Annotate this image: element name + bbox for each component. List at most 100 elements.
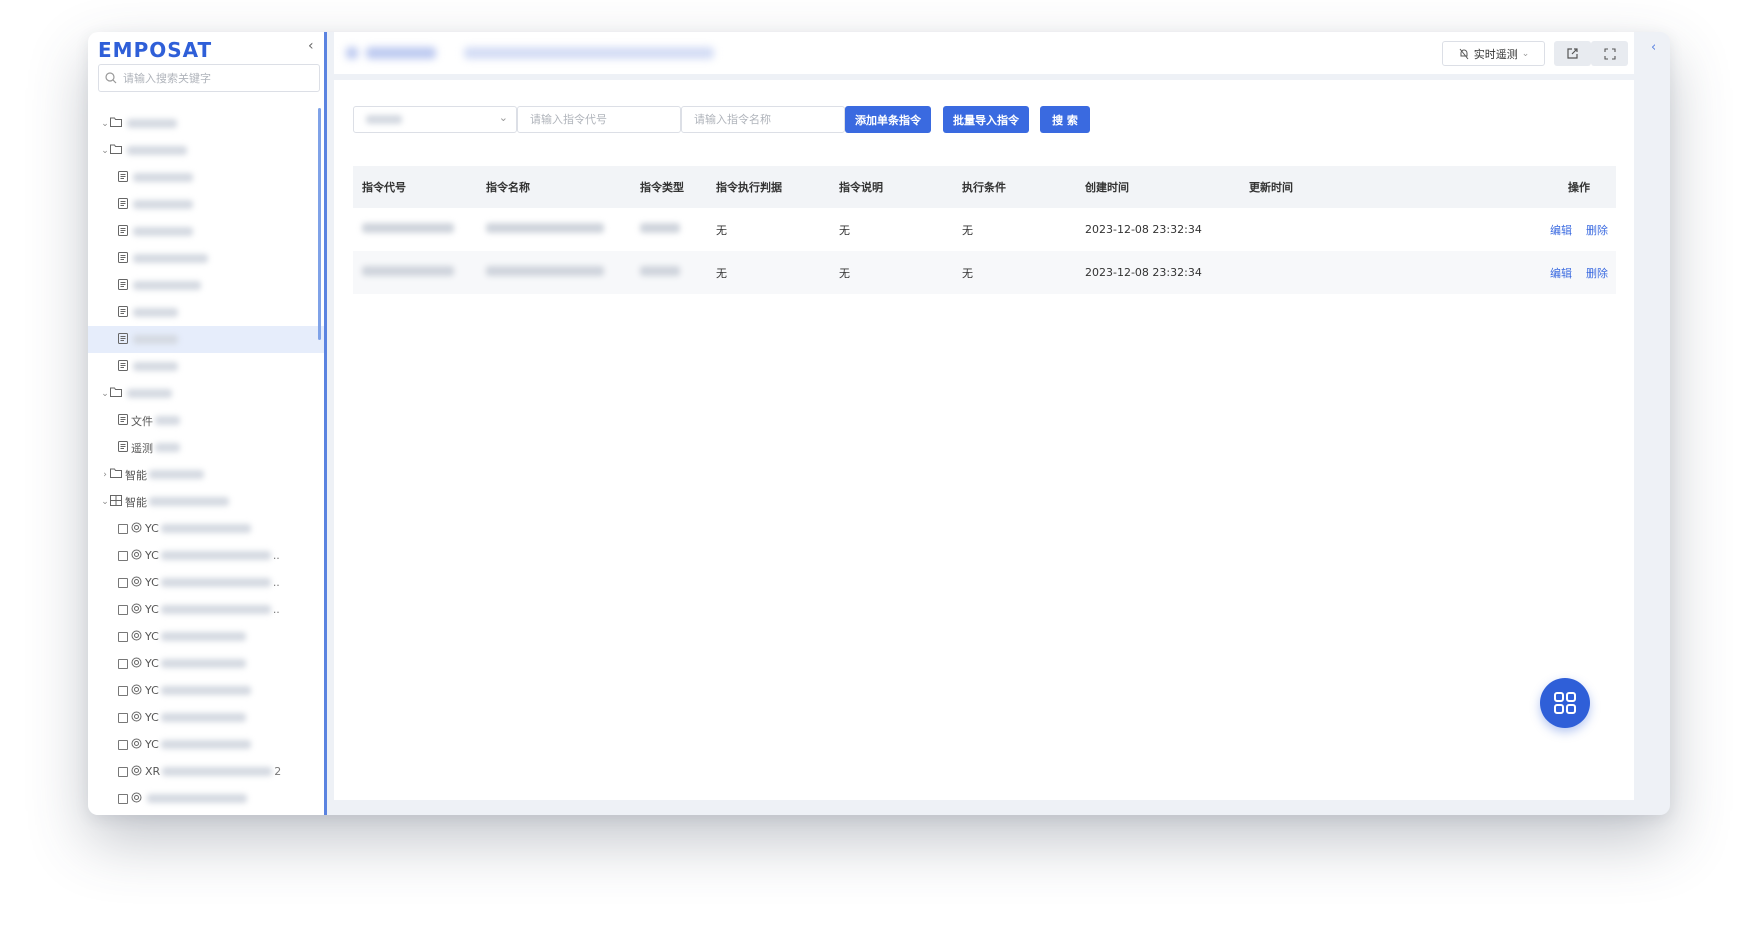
tree-item[interactable]: YC.. bbox=[88, 569, 324, 596]
tree-item-label: YC bbox=[145, 549, 159, 562]
tree-item[interactable] bbox=[88, 785, 324, 812]
document-icon bbox=[118, 305, 128, 320]
tree-checkbox[interactable] bbox=[118, 523, 128, 534]
grid-icon bbox=[110, 494, 122, 509]
cell-updated bbox=[1240, 208, 1390, 251]
search-button[interactable]: 搜 索 bbox=[1040, 106, 1090, 133]
tree-item[interactable]: YC bbox=[88, 515, 324, 542]
tree-item[interactable]: 遥测 bbox=[88, 434, 324, 461]
tree-item[interactable]: ⌄ bbox=[88, 137, 324, 164]
tree-checkbox[interactable] bbox=[118, 604, 128, 615]
tree-item[interactable]: XR 2 bbox=[88, 758, 324, 785]
tree-item[interactable]: › 智能 bbox=[88, 461, 324, 488]
chevron-down-icon: ⌄ bbox=[498, 111, 508, 124]
tree-item[interactable]: ⌄ bbox=[88, 380, 324, 407]
tree-item[interactable]: YC bbox=[88, 623, 324, 650]
tree-checkbox[interactable] bbox=[118, 793, 128, 804]
tree-item[interactable] bbox=[88, 353, 324, 380]
tree-item-label-redacted bbox=[133, 227, 193, 236]
open-external-button[interactable] bbox=[1554, 41, 1591, 66]
app-menu-fab-button[interactable] bbox=[1540, 678, 1590, 728]
col-header-updated: 更新时间 bbox=[1240, 166, 1390, 208]
app-logo: EMPOSAT bbox=[98, 38, 213, 62]
chevron-down-icon[interactable]: ⌄ bbox=[100, 389, 110, 399]
delete-link[interactable]: 删除 bbox=[1586, 224, 1608, 237]
sidebar-search-input[interactable] bbox=[121, 70, 305, 86]
tree-item[interactable] bbox=[88, 272, 324, 299]
document-icon bbox=[118, 359, 128, 374]
tree-item[interactable]: ⌄ 智能 bbox=[88, 488, 324, 515]
instruction-table: 指令代号 指令名称 指令类型 指令执行判据 指令说明 执行条件 创建时间 更新时… bbox=[353, 166, 1616, 294]
tree-item-label-redacted bbox=[155, 443, 180, 452]
satellite-icon bbox=[131, 684, 142, 698]
chevron-down-icon[interactable]: ⌄ bbox=[100, 497, 110, 507]
tree-item-label-redacted bbox=[160, 740, 251, 749]
tree-item[interactable]: YC bbox=[88, 677, 324, 704]
instruction-name-input[interactable] bbox=[681, 106, 845, 133]
tree-item-label-redacted bbox=[127, 146, 187, 155]
tree-item[interactable] bbox=[88, 245, 324, 272]
cell-name bbox=[477, 208, 631, 251]
chevron-down-icon[interactable]: ⌄ bbox=[100, 146, 110, 156]
tree-item-label: XR bbox=[145, 765, 161, 778]
add-single-instruction-button[interactable]: 添加单条指令 bbox=[845, 106, 931, 133]
tree-item-label-redacted bbox=[149, 497, 229, 506]
document-icon bbox=[118, 224, 128, 239]
cell-description: 无 bbox=[830, 251, 953, 294]
tree-item[interactable]: YC bbox=[88, 731, 324, 758]
realtime-telemetry-dropdown[interactable]: 实时遥测 ⌄ bbox=[1442, 41, 1545, 66]
tree-checkbox[interactable] bbox=[118, 631, 128, 642]
tree-item-label: YC bbox=[145, 711, 159, 724]
tree-item[interactable] bbox=[88, 164, 324, 191]
breadcrumb-back[interactable] bbox=[346, 47, 358, 59]
batch-import-instruction-button[interactable]: 批量导入指令 bbox=[943, 106, 1029, 133]
tree-item[interactable]: YC.. bbox=[88, 542, 324, 569]
tree-item[interactable]: YC.. bbox=[88, 596, 324, 623]
tree-checkbox[interactable] bbox=[118, 766, 128, 777]
instruction-code-input[interactable] bbox=[517, 106, 681, 133]
cell-type bbox=[631, 208, 707, 251]
tree-item[interactable]: YC bbox=[88, 704, 324, 731]
satellite-icon bbox=[131, 765, 142, 779]
tree-checkbox[interactable] bbox=[118, 739, 128, 750]
cell-name bbox=[477, 251, 631, 294]
satellite-icon bbox=[131, 657, 142, 671]
tree-item-label-redacted bbox=[127, 119, 177, 128]
tree-item[interactable] bbox=[88, 326, 324, 353]
folder-icon bbox=[110, 144, 122, 157]
chevron-right-icon[interactable]: › bbox=[100, 470, 110, 480]
tree-item-label-redacted bbox=[133, 335, 178, 344]
col-header-name: 指令名称 bbox=[477, 166, 631, 208]
tree-checkbox[interactable] bbox=[118, 577, 128, 588]
delete-link[interactable]: 删除 bbox=[1586, 267, 1608, 280]
right-panel-collapse-icon[interactable]: ‹ bbox=[1651, 40, 1656, 55]
table-header-row: 指令代号 指令名称 指令类型 指令执行判据 指令说明 执行条件 创建时间 更新时… bbox=[353, 166, 1616, 208]
tree-item-label: YC bbox=[145, 684, 159, 697]
main-content: ⌄ 添加单条指令 批量导入指令 搜 索 指令代号 指令名称 指令类型 指令执行判… bbox=[334, 80, 1634, 800]
breadcrumb-home[interactable] bbox=[366, 47, 436, 59]
document-icon bbox=[118, 251, 128, 266]
tree-item[interactable]: YC bbox=[88, 650, 324, 677]
folder-icon bbox=[110, 387, 122, 400]
tree-checkbox[interactable] bbox=[118, 712, 128, 723]
sidebar-scrollbar[interactable] bbox=[318, 108, 321, 340]
tree-item[interactable]: ⌄ bbox=[88, 110, 324, 137]
chevron-down-icon[interactable]: ⌄ bbox=[100, 119, 110, 129]
tree-checkbox[interactable] bbox=[118, 685, 128, 696]
sidebar-collapse-icon[interactable]: ‹ bbox=[308, 38, 314, 54]
edit-link[interactable]: 编辑 bbox=[1550, 224, 1572, 237]
tree-item[interactable] bbox=[88, 299, 324, 326]
tree-item[interactable] bbox=[88, 191, 324, 218]
tree-item-label-redacted bbox=[160, 524, 251, 533]
cell-criteria: 无 bbox=[707, 251, 830, 294]
document-icon bbox=[118, 197, 128, 212]
instruction-type-select[interactable]: ⌄ bbox=[353, 106, 517, 133]
tree-item[interactable] bbox=[88, 218, 324, 245]
sidebar-divider[interactable] bbox=[324, 32, 327, 815]
fullscreen-button[interactable] bbox=[1591, 41, 1628, 66]
tree-checkbox[interactable] bbox=[118, 658, 128, 669]
edit-link[interactable]: 编辑 bbox=[1550, 267, 1572, 280]
tree-checkbox[interactable] bbox=[118, 550, 128, 561]
col-header-condition: 执行条件 bbox=[953, 166, 1076, 208]
tree-item[interactable]: 文件 bbox=[88, 407, 324, 434]
